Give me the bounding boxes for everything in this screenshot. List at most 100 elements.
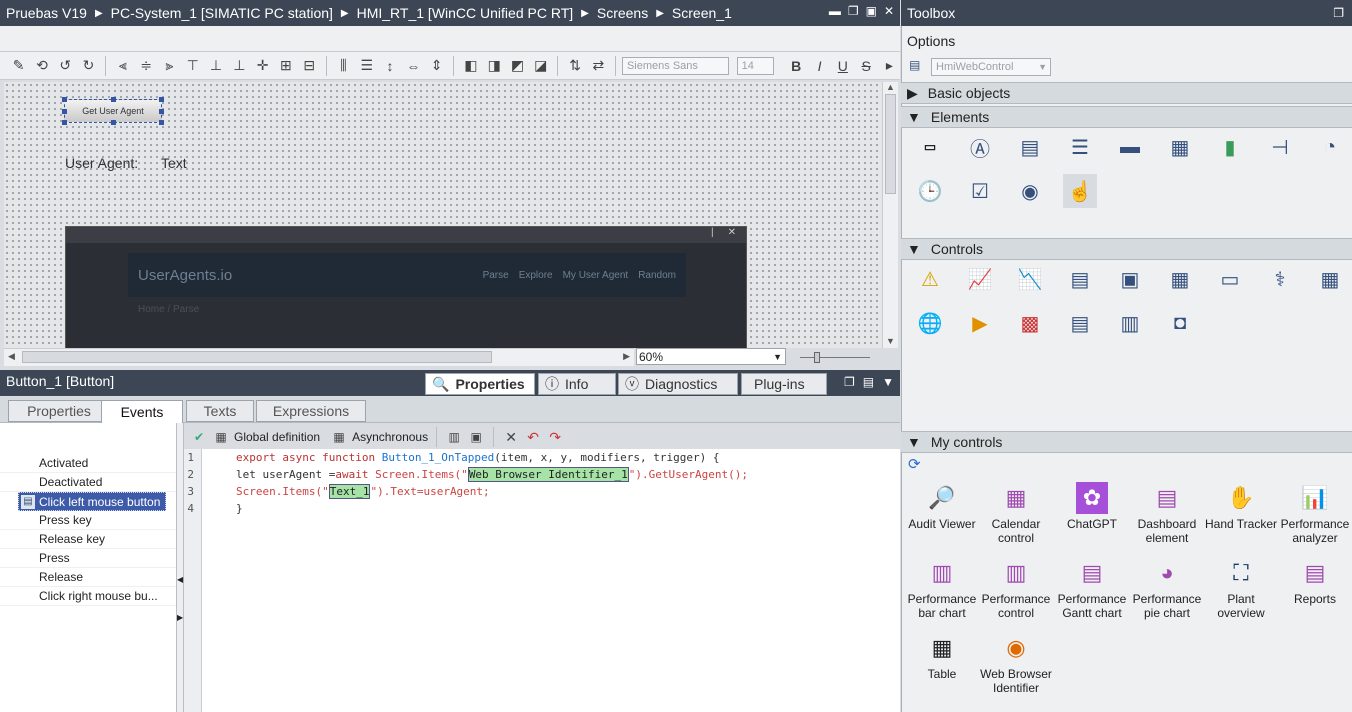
restore-icon[interactable]: ❐ bbox=[1333, 6, 1344, 20]
scroll-left-icon[interactable]: ◀ bbox=[8, 351, 15, 362]
undo-icon[interactable]: ↶ bbox=[524, 426, 542, 448]
my-control-audit-viewer[interactable]: 🔎 Audit Viewer bbox=[905, 482, 979, 532]
restore-icon[interactable]: ❐ bbox=[848, 4, 859, 18]
tab-info[interactable]: ⓘ Info bbox=[538, 373, 616, 395]
zoom-select[interactable]: 60% ▼ bbox=[636, 348, 786, 365]
screen-canvas[interactable]: Get User Agent User Agent: Text | ✕ UserA… bbox=[4, 82, 882, 348]
close-icon[interactable]: ✕ bbox=[884, 4, 894, 18]
resize-handle[interactable] bbox=[111, 120, 116, 125]
recipe-control-icon[interactable]: ▤ bbox=[1063, 306, 1097, 340]
media-player-icon[interactable]: ▭ bbox=[1213, 262, 1247, 296]
graphic-io-icon[interactable]: ▦ bbox=[1163, 130, 1197, 164]
media-control-icon[interactable]: ▶ bbox=[963, 306, 997, 340]
align-left-icon[interactable]: ⫷ bbox=[112, 55, 133, 77]
table-view-icon[interactable]: ▦ bbox=[1313, 262, 1347, 296]
float-icon[interactable]: ▣ bbox=[866, 4, 877, 18]
website-link-parse[interactable]: Parse bbox=[483, 270, 509, 281]
breadcrumb-project[interactable]: Pruebas V19 bbox=[6, 5, 87, 21]
event-click-left-mouse-button[interactable]: ▤ Click left mouse button bbox=[18, 492, 166, 511]
align-right-icon[interactable]: ⫸ bbox=[159, 55, 180, 77]
splitter-arrow-icon[interactable]: ▶ bbox=[177, 613, 183, 622]
same-size-icon[interactable]: ⇕ bbox=[426, 55, 447, 77]
subtab-events[interactable]: Events bbox=[101, 400, 183, 424]
process-control-icon[interactable]: ▣ bbox=[1113, 262, 1147, 296]
user-agent-label[interactable]: User Agent: bbox=[65, 155, 138, 171]
parameter-control-icon[interactable]: ▦ bbox=[1163, 262, 1197, 296]
user-agent-text-field[interactable]: Text bbox=[161, 155, 187, 171]
dock-icon[interactable]: ▤ bbox=[863, 375, 874, 389]
align-bottom-icon[interactable]: ⊥ bbox=[229, 55, 250, 77]
my-control-table[interactable]: ▦ Table bbox=[905, 632, 979, 682]
align-middle-icon[interactable]: ⊥ bbox=[205, 55, 226, 77]
tab-plugins[interactable]: Plug-ins bbox=[741, 373, 827, 395]
text-box-icon[interactable]: Ⓐ bbox=[963, 130, 997, 164]
gauge-icon[interactable]: ◔ bbox=[1313, 130, 1347, 164]
distribute-v-icon[interactable]: ☰ bbox=[356, 55, 377, 77]
resize-handle[interactable] bbox=[62, 97, 67, 102]
format-painter-icon[interactable]: ✎ bbox=[8, 55, 29, 77]
global-definition-button[interactable]: Global definition bbox=[234, 430, 320, 444]
strikethrough-button[interactable]: S bbox=[855, 55, 876, 77]
my-control-plant-overview[interactable]: ⛶ Plant overview bbox=[1204, 557, 1278, 621]
plc-code-viewer-icon[interactable]: ▥ bbox=[1113, 306, 1147, 340]
list-box-icon[interactable]: ☰ bbox=[1063, 130, 1097, 164]
web-control-icon[interactable]: 🌐 bbox=[913, 306, 947, 340]
symbolic-io-icon[interactable]: ▤ bbox=[1013, 130, 1047, 164]
my-control-performance-control[interactable]: ▥ Performance control bbox=[979, 557, 1053, 621]
mirror-icon[interactable]: ⇄ bbox=[588, 55, 609, 77]
breadcrumb-screen[interactable]: Screen_1 bbox=[672, 5, 732, 21]
bold-button[interactable]: B bbox=[786, 55, 807, 77]
resize-handle[interactable] bbox=[159, 97, 164, 102]
event-release[interactable]: Release bbox=[0, 568, 176, 587]
backward-icon[interactable]: ◪ bbox=[530, 55, 551, 77]
breadcrumb-hmi[interactable]: HMI_RT_1 [WinCC Unified PC RT] bbox=[357, 5, 574, 21]
refresh-icon[interactable]: ⟳ bbox=[908, 455, 921, 473]
collapse-icon[interactable]: ▼ bbox=[882, 375, 894, 389]
canvas-vertical-scrollbar[interactable]: ▲ ▼ bbox=[882, 82, 898, 348]
restore-icon[interactable]: ❐ bbox=[844, 375, 855, 389]
website-link-random[interactable]: Random bbox=[638, 270, 676, 281]
event-press-key[interactable]: Press key bbox=[0, 511, 176, 530]
more-icon[interactable]: ▸ bbox=[879, 55, 900, 77]
event-activated[interactable]: Activated bbox=[0, 454, 176, 473]
event-click-right-mouse-button[interactable]: Click right mouse bu... bbox=[0, 587, 176, 606]
control-select[interactable]: HmiWebControl ▼ bbox=[931, 58, 1051, 76]
my-control-chatgpt[interactable]: ✿ ChatGPT bbox=[1055, 482, 1129, 531]
snippets-icon[interactable]: ▥ bbox=[445, 426, 463, 448]
resize-handle[interactable] bbox=[159, 109, 164, 114]
section-elements[interactable]: ▼ Elements bbox=[901, 106, 1352, 128]
forward-icon[interactable]: ◩ bbox=[507, 55, 528, 77]
camera-control-icon[interactable]: ◘ bbox=[1163, 306, 1197, 340]
minimize-icon[interactable]: ▬ bbox=[829, 4, 841, 18]
font-size-select[interactable]: 14 bbox=[736, 56, 774, 75]
subtab-expressions[interactable]: Expressions bbox=[256, 400, 366, 422]
subtab-texts[interactable]: Texts bbox=[186, 400, 254, 422]
chevron-down-icon[interactable]: ▼ bbox=[773, 352, 782, 362]
tab-properties[interactable]: 🔍 Properties bbox=[425, 373, 535, 395]
center-icon[interactable]: ✛ bbox=[252, 55, 273, 77]
align-center-icon[interactable]: ≑ bbox=[135, 55, 156, 77]
website-link-my-ua[interactable]: My User Agent bbox=[563, 270, 629, 281]
flip-icon[interactable]: ⇅ bbox=[564, 55, 585, 77]
redo-icon[interactable]: ↷ bbox=[546, 426, 564, 448]
my-control-performance-analyzer[interactable]: 📊 Performance analyzer bbox=[1278, 482, 1352, 546]
my-control-performance-bar-chart[interactable]: ▥ Performance bar chart bbox=[905, 557, 979, 621]
alarm-control-icon[interactable]: ⚠ bbox=[913, 262, 947, 296]
section-my-controls[interactable]: ▼ My controls bbox=[901, 431, 1352, 453]
italic-button[interactable]: I bbox=[809, 55, 830, 77]
underline-button[interactable]: U bbox=[832, 55, 853, 77]
event-splitter[interactable]: ◀ ▶ bbox=[176, 423, 184, 712]
section-controls[interactable]: ▼ Controls bbox=[901, 238, 1352, 260]
my-control-performance-gantt-chart[interactable]: ▤ Performance Gantt chart bbox=[1055, 557, 1129, 621]
check-syntax-icon[interactable]: ✔ bbox=[190, 426, 208, 448]
website-link-explore[interactable]: Explore bbox=[519, 270, 553, 281]
async-icon[interactable]: ▦ bbox=[330, 426, 348, 448]
resize-handle[interactable] bbox=[62, 120, 67, 125]
my-control-web-browser-identifier[interactable]: ◉ Web Browser Identifier bbox=[979, 632, 1053, 696]
resize-handle[interactable] bbox=[62, 109, 67, 114]
delete-icon[interactable]: ✕ bbox=[502, 426, 520, 448]
tab-diagnostics[interactable]: ⓥ Diagnostics bbox=[618, 373, 738, 395]
trend-companion-icon[interactable]: ▤ bbox=[1063, 262, 1097, 296]
my-control-calendar[interactable]: ▦ Calendar control bbox=[979, 482, 1053, 546]
checkbox-icon[interactable]: ☑ bbox=[963, 174, 997, 208]
